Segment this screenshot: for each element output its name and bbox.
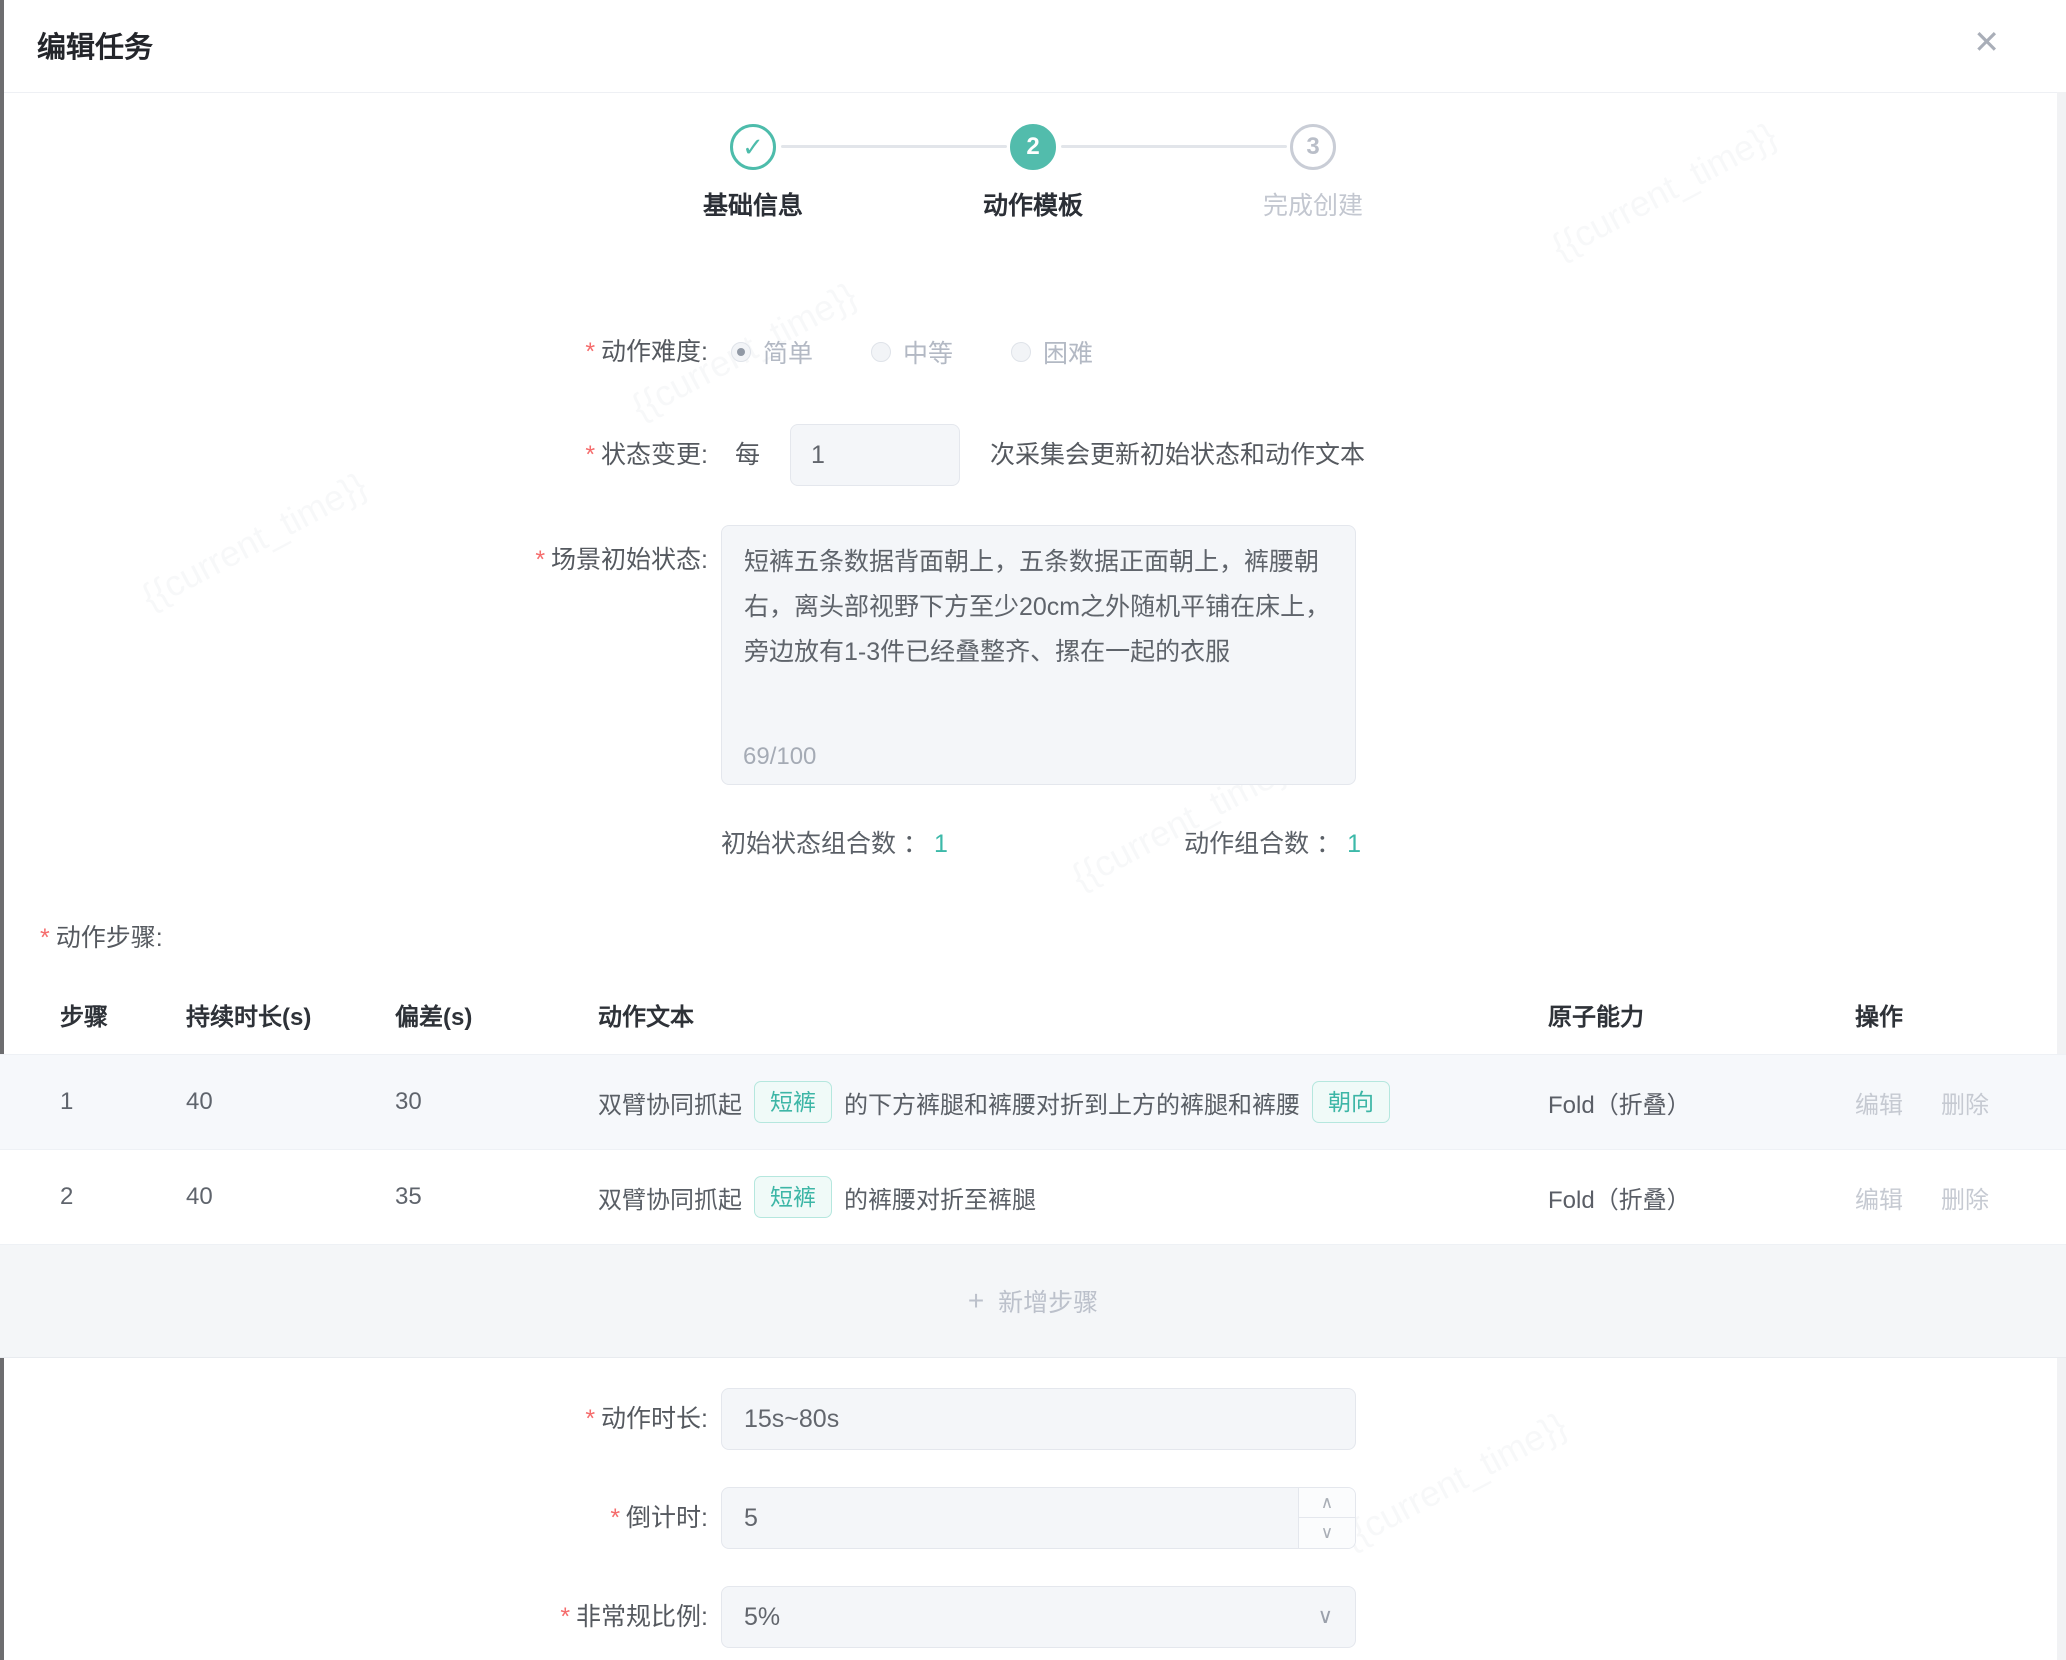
number-spinner: ∧ ∨: [1298, 1488, 1355, 1548]
difficulty-row: *动作难度: 简单 中等 困难: [0, 330, 2066, 374]
action-combo-count: 动作组合数 ：1: [1184, 824, 1361, 860]
action-combo-value: 1: [1347, 830, 1361, 858]
action-tag: 朝向: [1312, 1081, 1390, 1123]
table-header: 步骤 持续时长(s) 偏差(s) 动作文本 原子能力 操作: [0, 975, 2066, 1055]
countdown-input[interactable]: 5 ∧ ∨: [721, 1487, 1356, 1549]
required-asterisk: *: [585, 338, 595, 366]
action-steps-label: *动作步骤:: [40, 918, 163, 954]
step-2-circle: 2: [1010, 124, 1056, 170]
action-text-part: 的裤腰对折至裤腿: [844, 1180, 1036, 1215]
radio-icon: [871, 342, 891, 362]
radio-option-hard[interactable]: 困难: [1011, 334, 1093, 370]
state-change-label: *状态变更:: [0, 424, 708, 486]
initial-combo-value: 1: [934, 830, 948, 858]
difficulty-label: *动作难度:: [0, 330, 708, 374]
atomic-ability: Fold（折叠）: [1548, 1085, 1855, 1120]
step-2-label: 动作模板: [923, 186, 1143, 222]
step-duration: 40: [186, 1088, 395, 1116]
unusual-ratio-row: *非常规比例: 5% ∨: [0, 1586, 2066, 1648]
radio-icon: [1011, 342, 1031, 362]
required-asterisk: *: [585, 1405, 595, 1433]
countdown-row: *倒计时: 5 ∧ ∨: [0, 1487, 2066, 1549]
dialog-title: 编辑任务: [37, 24, 153, 66]
duration-row: *动作时长: 15s~80s: [0, 1388, 2066, 1450]
atomic-ability: Fold（折叠）: [1548, 1180, 1855, 1215]
row-operations: 编辑 删除: [1855, 1085, 2066, 1120]
step-3-label: 完成创建: [1203, 186, 1423, 222]
step-deviation: 35: [395, 1183, 598, 1211]
delete-link[interactable]: 删除: [1941, 1092, 1989, 1119]
step-connector: [1061, 145, 1287, 148]
initial-combo-count: 初始状态组合数 ：1: [721, 824, 948, 860]
duration-input[interactable]: 15s~80s: [721, 1388, 1356, 1450]
step-number: 1: [60, 1088, 186, 1116]
header-deviation: 偏差(s): [395, 997, 598, 1032]
action-steps-table: 步骤 持续时长(s) 偏差(s) 动作文本 原子能力 操作 14030双臂协同抓…: [0, 975, 2066, 1358]
required-asterisk: *: [560, 1603, 570, 1631]
row-operations: 编辑 删除: [1855, 1180, 2066, 1215]
wizard-stepper: ✓ 2 3 基础信息 动作模板 完成创建: [593, 124, 1473, 236]
steps-table-rows: 14030双臂协同抓起短裤的下方裤腿和裤腰对折到上方的裤腿和裤腰朝向Fold（折…: [0, 1055, 2066, 1245]
add-step-label: 新增步骤: [998, 1283, 1098, 1319]
required-asterisk: *: [535, 546, 545, 574]
required-asterisk: *: [610, 1504, 620, 1532]
table-row: 14030双臂协同抓起短裤的下方裤腿和裤腰对折到上方的裤腿和裤腰朝向Fold（折…: [0, 1055, 2066, 1150]
watermark-text: {{current_time}}: [1545, 114, 1784, 268]
unusual-ratio-select[interactable]: 5% ∨: [721, 1586, 1356, 1648]
radio-option-medium[interactable]: 中等: [871, 334, 953, 370]
step-1-check-icon: ✓: [730, 124, 776, 170]
radio-label: 中等: [903, 334, 953, 370]
countdown-label: *倒计时:: [0, 1487, 708, 1549]
header-operations: 操作: [1855, 997, 2066, 1032]
header-action-text: 动作文本: [598, 997, 1548, 1032]
chevron-down-icon: ∨: [1318, 1587, 1333, 1647]
action-text-part: 双臂协同抓起: [598, 1180, 742, 1215]
header-duration: 持续时长(s): [186, 997, 395, 1032]
action-tag: 短裤: [754, 1081, 832, 1123]
combos-row: 初始状态组合数 ：1 动作组合数 ：1: [0, 824, 2066, 860]
close-icon[interactable]: ✕: [1973, 26, 2000, 58]
radio-label: 困难: [1043, 334, 1093, 370]
edit-link[interactable]: 编辑: [1855, 1092, 1903, 1119]
step-deviation: 30: [395, 1088, 598, 1116]
required-asterisk: *: [40, 924, 50, 952]
spinner-down-icon[interactable]: ∨: [1299, 1518, 1355, 1548]
char-counter: 69/100: [743, 743, 816, 771]
unusual-ratio-label: *非常规比例:: [0, 1586, 708, 1648]
table-row: 24035双臂协同抓起短裤的裤腰对折至裤腿Fold（折叠）编辑删除: [0, 1150, 2066, 1245]
state-change-row: *状态变更: 每 1 次采集会更新初始状态和动作文本: [0, 424, 2066, 486]
radio-label: 简单: [763, 334, 813, 370]
state-change-input[interactable]: 1: [790, 424, 960, 486]
step-3-circle: 3: [1290, 124, 1336, 170]
initial-state-label: *场景初始状态:: [0, 540, 708, 576]
add-step-button[interactable]: + 新增步骤: [0, 1245, 2066, 1358]
radio-icon: [731, 342, 751, 362]
radio-option-easy[interactable]: 简单: [731, 334, 813, 370]
dialog-header: 编辑任务 ✕: [4, 0, 2066, 93]
required-asterisk: *: [585, 441, 595, 469]
action-text: 双臂协同抓起短裤的裤腰对折至裤腿: [598, 1176, 1548, 1218]
action-text: 双臂协同抓起短裤的下方裤腿和裤腰对折到上方的裤腿和裤腰朝向: [598, 1081, 1548, 1123]
step-1-label: 基础信息: [643, 186, 863, 222]
step-number: 2: [60, 1183, 186, 1211]
delete-link[interactable]: 删除: [1941, 1187, 1989, 1214]
action-text-part: 双臂协同抓起: [598, 1085, 742, 1120]
plus-icon: +: [968, 1285, 984, 1317]
state-change-suffix: 次采集会更新初始状态和动作文本: [990, 424, 1365, 486]
edit-link[interactable]: 编辑: [1855, 1187, 1903, 1214]
header-step: 步骤: [60, 997, 186, 1032]
state-change-prefix: 每: [735, 424, 760, 486]
difficulty-radio-group: 简单 中等 困难: [731, 330, 1151, 374]
header-ability: 原子能力: [1548, 997, 1855, 1032]
action-tag: 短裤: [754, 1176, 832, 1218]
action-text-part: 的下方裤腿和裤腰对折到上方的裤腿和裤腰: [844, 1085, 1300, 1120]
duration-label: *动作时长:: [0, 1388, 708, 1450]
step-duration: 40: [186, 1183, 395, 1211]
step-connector: [781, 145, 1007, 148]
